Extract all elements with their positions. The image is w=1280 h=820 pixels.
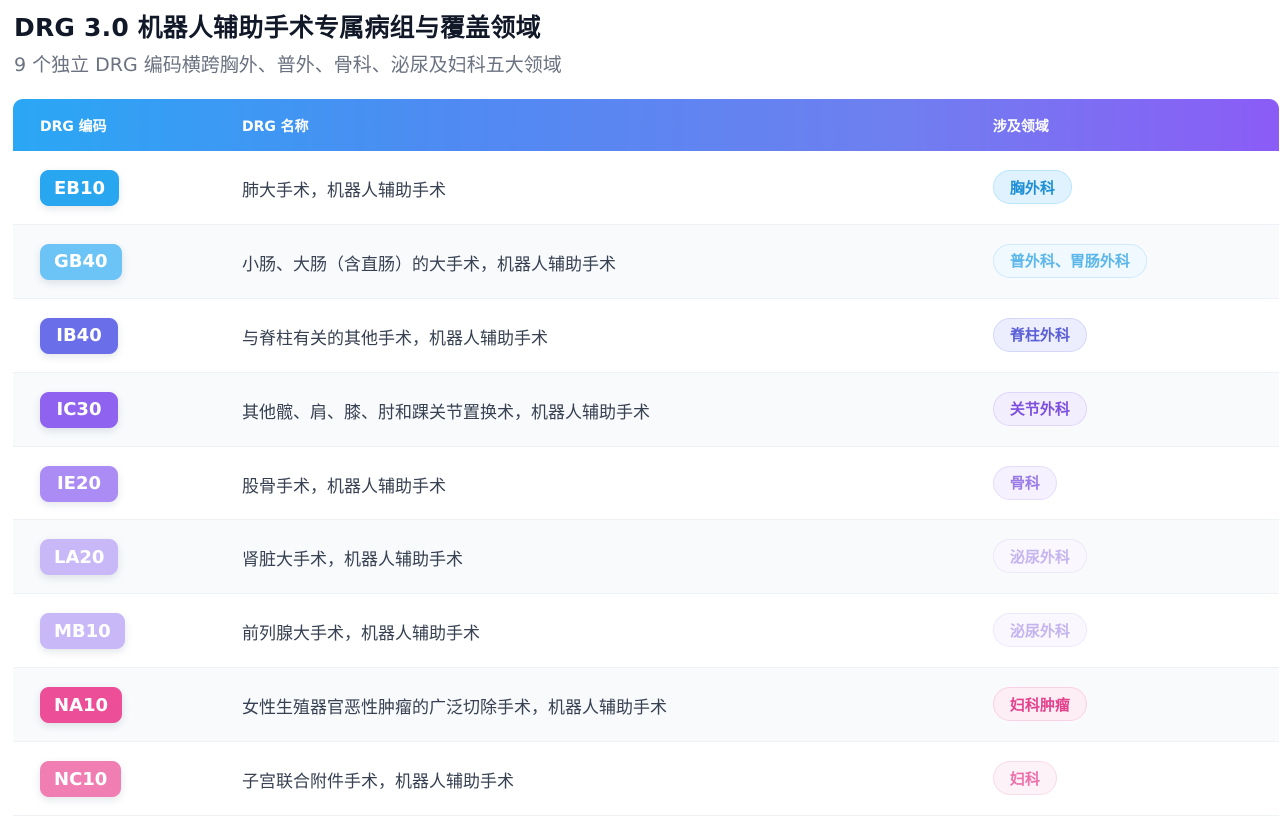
table-row: NC10 子宫联合附件手术，机器人辅助手术 妇科 (13, 742, 1279, 817)
table-row: IE20 股骨手术，机器人辅助手术 骨科 (13, 446, 1279, 521)
header-code: DRG 编码 (40, 119, 107, 135)
table-row: MB10 前列腺大手术，机器人辅助手术 泌尿外科 (13, 594, 1279, 669)
drg-name: 小肠、大肠（含直肠）的大手术，机器人辅助手术 (242, 254, 616, 275)
drg-code-badge: NA10 (40, 687, 123, 724)
table-row: LA20 肾脏大手术，机器人辅助手术 泌尿外科 (13, 520, 1279, 595)
drg-name: 其他髋、肩、膝、肘和踝关节置换术，机器人辅助手术 (242, 402, 650, 423)
area-pill: 关节外科 (993, 391, 1088, 426)
page-title: DRG 3.0 机器人辅助手术专属病组与覆盖领域 (14, 13, 542, 42)
drg-code-badge: LA20 (40, 539, 119, 576)
drg-code-badge: IE20 (40, 465, 118, 502)
area-pill: 妇科肿瘤 (993, 687, 1088, 722)
table-body: EB10 肺大手术，机器人辅助手术 胸外科 GB40 小肠、大肠（含直肠）的大手… (13, 151, 1279, 817)
area-pill: 泌尿外科 (993, 613, 1088, 648)
header-name: DRG 名称 (242, 119, 309, 135)
header-area: 涉及领域 (993, 119, 1049, 135)
area-pill: 骨科 (993, 465, 1058, 500)
area-pill: 脊柱外科 (993, 317, 1088, 352)
table-row: IC30 其他髋、肩、膝、肘和踝关节置换术，机器人辅助手术 关节外科 (13, 372, 1279, 447)
drg-name: 肾脏大手术，机器人辅助手术 (242, 550, 463, 571)
table-row: NA10 女性生殖器官恶性肿瘤的广泛切除手术，机器人辅助手术 妇科肿瘤 (13, 668, 1279, 743)
drg-name: 肺大手术，机器人辅助手术 (242, 181, 446, 201)
table-row: GB40 小肠、大肠（含直肠）的大手术，机器人辅助手术 普外科、胃肠外科 (13, 224, 1279, 299)
drg-code-badge: IB40 (40, 317, 118, 354)
drg-code-badge: EB10 (40, 170, 120, 206)
drg-code-badge: IC30 (40, 391, 118, 428)
page-subtitle: 9 个独立 DRG 编码横跨胸外、普外、骨科、泌尿及妇科五大领域 (14, 54, 562, 76)
drg-name: 股骨手术，机器人辅助手术 (242, 476, 446, 497)
table-row: EB10 肺大手术，机器人辅助手术 胸外科 (13, 151, 1279, 225)
drg-name: 子宫联合附件手术，机器人辅助手术 (242, 772, 514, 793)
area-pill: 泌尿外科 (993, 539, 1088, 574)
table-row: IB40 与脊柱有关的其他手术，机器人辅助手术 脊柱外科 (13, 298, 1279, 373)
drg-name: 前列腺大手术，机器人辅助手术 (242, 624, 480, 645)
table-header: DRG 编码 DRG 名称 涉及领域 (13, 99, 1279, 151)
drg-code-badge: MB10 (40, 613, 125, 650)
area-pill: 普外科、胃肠外科 (993, 243, 1148, 278)
area-pill: 妇科 (993, 761, 1058, 796)
drg-code-badge: GB40 (40, 243, 122, 280)
drg-code-badge: NC10 (40, 761, 122, 798)
drg-name: 女性生殖器官恶性肿瘤的广泛切除手术，机器人辅助手术 (242, 698, 667, 719)
area-pill: 胸外科 (993, 170, 1073, 204)
drg-table: DRG 编码 DRG 名称 涉及领域 EB10 肺大手术，机器人辅助手术 胸外科… (13, 99, 1279, 817)
drg-name: 与脊柱有关的其他手术，机器人辅助手术 (242, 328, 548, 349)
